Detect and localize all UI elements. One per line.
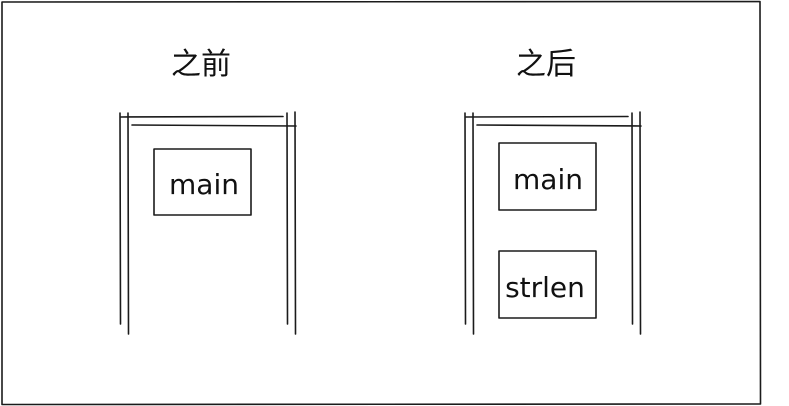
after-frame-strlen-label: strlen [505, 271, 585, 304]
outer-frame [1, 0, 762, 406]
before-stack [119, 111, 297, 335]
after-frame-strlen: strlen [498, 250, 597, 319]
after-frame-main: main [498, 142, 597, 211]
stack-diagram: 之前 main 之后 main strlen [1, 0, 762, 406]
after-title: 之后 [516, 47, 576, 82]
before-frame-main: main [153, 148, 252, 216]
before-title: 之前 [171, 47, 231, 82]
before-frame-main-label: main [169, 168, 239, 201]
after-frame-main-label: main [513, 163, 583, 196]
